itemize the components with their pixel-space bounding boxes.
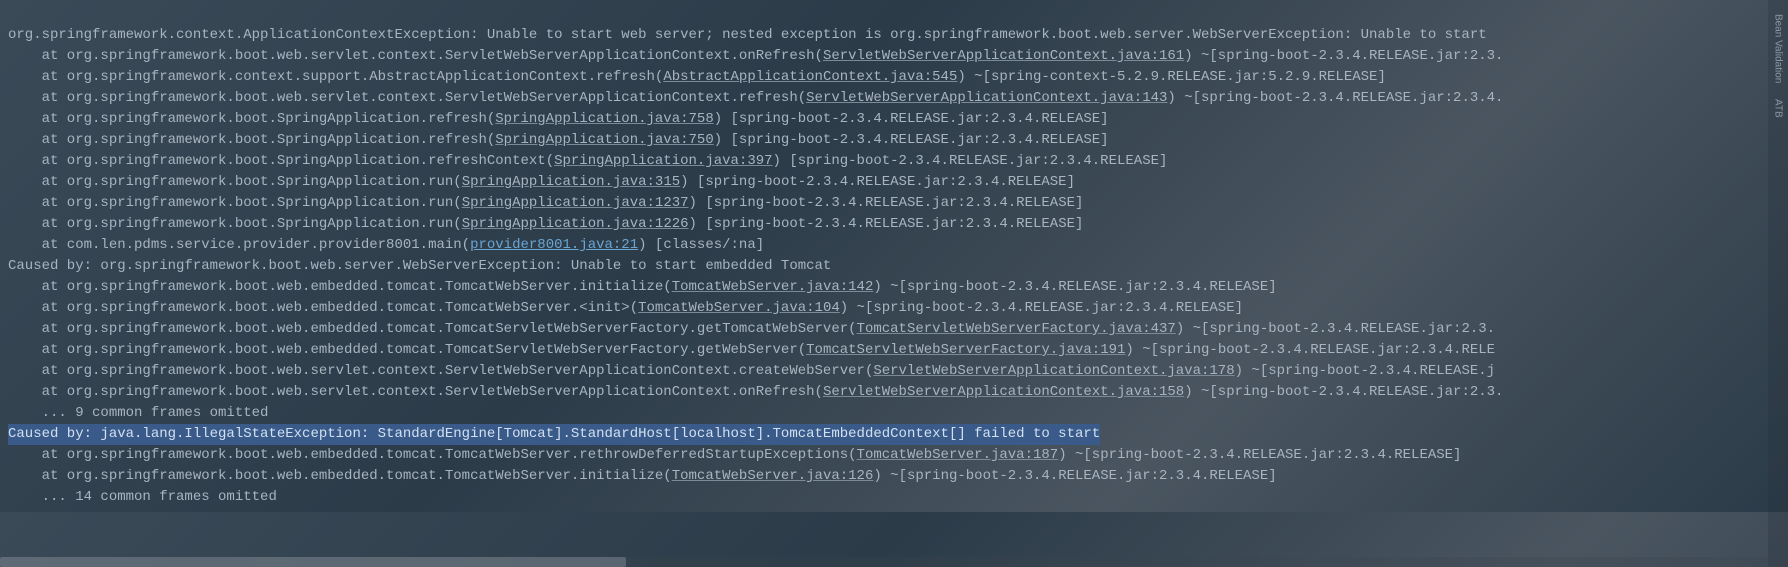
stacktrace-prefix: at org.springframework.boot.SpringApplic… (8, 132, 495, 148)
source-link[interactable]: TomcatServletWebServerFactory.java:191 (806, 342, 1125, 358)
stacktrace-suffix: ) ~[spring-boot-2.3.4.RELEASE.jar:2.3.4.… (873, 468, 1276, 484)
stacktrace-line: Caused by: java.lang.IllegalStateExcepti… (8, 424, 1780, 445)
source-link[interactable]: ServletWebServerApplicationContext.java:… (823, 384, 1184, 400)
stacktrace-suffix: ) [spring-boot-2.3.4.RELEASE.jar:2.3.4.R… (714, 132, 1109, 148)
stacktrace-line: at com.len.pdms.service.provider.provide… (8, 235, 1780, 256)
right-sidebar: Bean Validation ATB (1768, 0, 1788, 567)
stacktrace-prefix: at org.springframework.boot.SpringApplic… (8, 153, 554, 169)
source-link[interactable]: SpringApplication.java:750 (495, 132, 713, 148)
source-link[interactable]: ServletWebServerApplicationContext.java:… (823, 48, 1184, 64)
stacktrace-line: at org.springframework.boot.web.embedded… (8, 319, 1780, 340)
stacktrace-line: at org.springframework.boot.web.embedded… (8, 340, 1780, 361)
stacktrace-line: at org.springframework.boot.SpringApplic… (8, 214, 1780, 235)
stacktrace-prefix: at org.springframework.boot.SpringApplic… (8, 111, 495, 127)
horizontal-scrollbar[interactable] (0, 557, 1788, 567)
stacktrace-line: at org.springframework.boot.web.embedded… (8, 277, 1780, 298)
stacktrace-line: at org.springframework.boot.web.embedded… (8, 466, 1780, 487)
stacktrace-prefix: at org.springframework.boot.web.embedded… (8, 321, 857, 337)
stacktrace-suffix: ) ~[spring-boot-2.3.4.RELEASE.jar:2.3.4.… (1058, 447, 1461, 463)
stacktrace-suffix: ) [spring-boot-2.3.4.RELEASE.jar:2.3.4.R… (689, 195, 1084, 211)
stacktrace-prefix: at org.springframework.boot.web.embedded… (8, 447, 857, 463)
stacktrace-suffix: ) ~[spring-context-5.2.9.RELEASE.jar:5.2… (957, 69, 1385, 85)
source-link[interactable]: TomcatWebServer.java:126 (672, 468, 874, 484)
stacktrace-suffix: ) [spring-boot-2.3.4.RELEASE.jar:2.3.4.R… (689, 216, 1084, 232)
stacktrace-prefix: at org.springframework.boot.web.servlet.… (8, 48, 823, 64)
source-link[interactable]: SpringApplication.java:315 (462, 174, 680, 190)
stacktrace-suffix: ) [spring-boot-2.3.4.RELEASE.jar:2.3.4.R… (714, 111, 1109, 127)
source-link[interactable]: TomcatWebServer.java:142 (672, 279, 874, 295)
stacktrace-line: at org.springframework.boot.web.servlet.… (8, 46, 1780, 67)
stacktrace-line: at org.springframework.boot.web.servlet.… (8, 382, 1780, 403)
selected-exception-line[interactable]: Caused by: java.lang.IllegalStateExcepti… (8, 424, 1100, 445)
stacktrace-suffix: ) [spring-boot-2.3.4.RELEASE.jar:2.3.4.R… (773, 153, 1168, 169)
stacktrace-line: at org.springframework.boot.web.servlet.… (8, 361, 1780, 382)
stacktrace-prefix: at org.springframework.boot.web.embedded… (8, 279, 672, 295)
source-link[interactable]: TomcatServletWebServerFactory.java:437 (857, 321, 1176, 337)
stacktrace-suffix: ) ~[spring-boot-2.3.4.RELEASE.jar:2.3. (1184, 48, 1503, 64)
stacktrace-suffix: ) ~[spring-boot-2.3.4.RELEASE.jar:2.3.4.… (1125, 342, 1495, 358)
stacktrace-text: ... 14 common frames omitted (8, 489, 277, 505)
stacktrace-line: at org.springframework.context.support.A… (8, 67, 1780, 88)
stacktrace-prefix: at org.springframework.boot.web.servlet.… (8, 90, 806, 106)
stacktrace-line: at org.springframework.boot.SpringApplic… (8, 172, 1780, 193)
stacktrace-prefix: at org.springframework.boot.web.embedded… (8, 300, 638, 316)
source-link[interactable]: SpringApplication.java:1226 (462, 216, 689, 232)
stacktrace-suffix: ) [spring-boot-2.3.4.RELEASE.jar:2.3.4.R… (680, 174, 1075, 190)
stacktrace-line: at org.springframework.boot.SpringApplic… (8, 193, 1780, 214)
sidebar-tab-bean-validation[interactable]: Bean Validation (1769, 10, 1788, 87)
stacktrace-line: ... 14 common frames omitted (8, 487, 1780, 508)
console-output[interactable]: org.springframework.context.ApplicationC… (0, 0, 1788, 512)
stacktrace-prefix: at org.springframework.boot.SpringApplic… (8, 174, 462, 190)
source-link[interactable]: TomcatWebServer.java:187 (857, 447, 1059, 463)
stacktrace-line: at org.springframework.boot.web.embedded… (8, 445, 1780, 466)
source-link[interactable]: AbstractApplicationContext.java:545 (663, 69, 957, 85)
stacktrace-prefix: at org.springframework.context.support.A… (8, 69, 663, 85)
stacktrace-prefix: at org.springframework.boot.SpringApplic… (8, 195, 462, 211)
horizontal-scrollbar-thumb[interactable] (0, 557, 626, 567)
stacktrace-prefix: at org.springframework.boot.web.embedded… (8, 468, 672, 484)
source-link[interactable]: SpringApplication.java:1237 (462, 195, 689, 211)
stacktrace-suffix: ) [classes/:na] (638, 237, 764, 253)
stacktrace-suffix: ) ~[spring-boot-2.3.4.RELEASE.j (1235, 363, 1495, 379)
stacktrace-prefix: at org.springframework.boot.web.servlet.… (8, 384, 823, 400)
stacktrace-line: at org.springframework.boot.SpringApplic… (8, 130, 1780, 151)
source-link[interactable]: ServletWebServerApplicationContext.java:… (873, 363, 1234, 379)
stacktrace-prefix: at org.springframework.boot.web.embedded… (8, 342, 806, 358)
source-link[interactable]: TomcatWebServer.java:104 (638, 300, 840, 316)
sidebar-tab-atb[interactable]: ATB (1769, 95, 1788, 122)
stacktrace-prefix: at com.len.pdms.service.provider.provide… (8, 237, 470, 253)
stacktrace-suffix: ) ~[spring-boot-2.3.4.RELEASE.jar:2.3. (1184, 384, 1503, 400)
stacktrace-suffix: ) ~[spring-boot-2.3.4.RELEASE.jar:2.3.4. (1167, 90, 1503, 106)
source-link[interactable]: provider8001.java:21 (470, 237, 638, 253)
stacktrace-suffix: ) ~[spring-boot-2.3.4.RELEASE.jar:2.3. (1176, 321, 1495, 337)
stacktrace-line: at org.springframework.boot.web.embedded… (8, 298, 1780, 319)
stacktrace-line: at org.springframework.boot.web.servlet.… (8, 88, 1780, 109)
source-link[interactable]: ServletWebServerApplicationContext.java:… (806, 90, 1167, 106)
stacktrace-line: org.springframework.context.ApplicationC… (8, 25, 1780, 46)
stacktrace-prefix: at org.springframework.boot.web.servlet.… (8, 363, 873, 379)
stacktrace-text: org.springframework.context.ApplicationC… (8, 27, 1487, 43)
stacktrace-line: Caused by: org.springframework.boot.web.… (8, 256, 1780, 277)
stacktrace-prefix: at org.springframework.boot.SpringApplic… (8, 216, 462, 232)
stacktrace-text: Caused by: org.springframework.boot.web.… (8, 258, 831, 274)
stacktrace-line: at org.springframework.boot.SpringApplic… (8, 151, 1780, 172)
stacktrace-text: ... 9 common frames omitted (8, 405, 268, 421)
stacktrace-suffix: ) ~[spring-boot-2.3.4.RELEASE.jar:2.3.4.… (873, 279, 1276, 295)
stacktrace-line: at org.springframework.boot.SpringApplic… (8, 109, 1780, 130)
source-link[interactable]: SpringApplication.java:397 (554, 153, 772, 169)
stacktrace-line: ... 9 common frames omitted (8, 403, 1780, 424)
source-link[interactable]: SpringApplication.java:758 (495, 111, 713, 127)
stacktrace-suffix: ) ~[spring-boot-2.3.4.RELEASE.jar:2.3.4.… (840, 300, 1243, 316)
